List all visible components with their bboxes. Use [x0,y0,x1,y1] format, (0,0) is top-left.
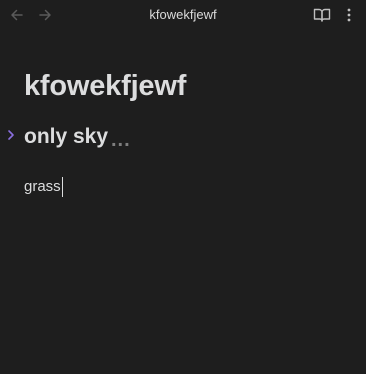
navigate-forward-button[interactable] [35,5,55,25]
paragraph-line[interactable]: grass [24,176,63,198]
chevron-right-icon [8,130,14,140]
view-header: kfowekfjewf [0,0,366,30]
navigate-back-button[interactable] [7,5,27,25]
more-options-button[interactable] [341,4,357,26]
more-vertical-icon [347,8,351,22]
folded-content-indicator[interactable]: ... [111,126,131,154]
inline-title[interactable]: kfowekfjewf [24,68,186,104]
heading-only-sky[interactable]: only sky [24,123,108,151]
arrow-left-icon [11,9,23,21]
heading-fold-toggle[interactable] [5,128,17,142]
note-window: kfowekfjewf kfowekfjewf only sky ... gra… [0,0,366,374]
reading-view-button[interactable] [312,4,332,26]
heading-line: only sky ... [0,122,366,152]
book-open-icon [313,8,331,22]
paragraph-text[interactable]: grass [24,176,61,198]
text-cursor [61,177,63,197]
editor-content[interactable]: kfowekfjewf only sky ... grass [0,30,366,374]
arrow-right-icon [39,9,51,21]
